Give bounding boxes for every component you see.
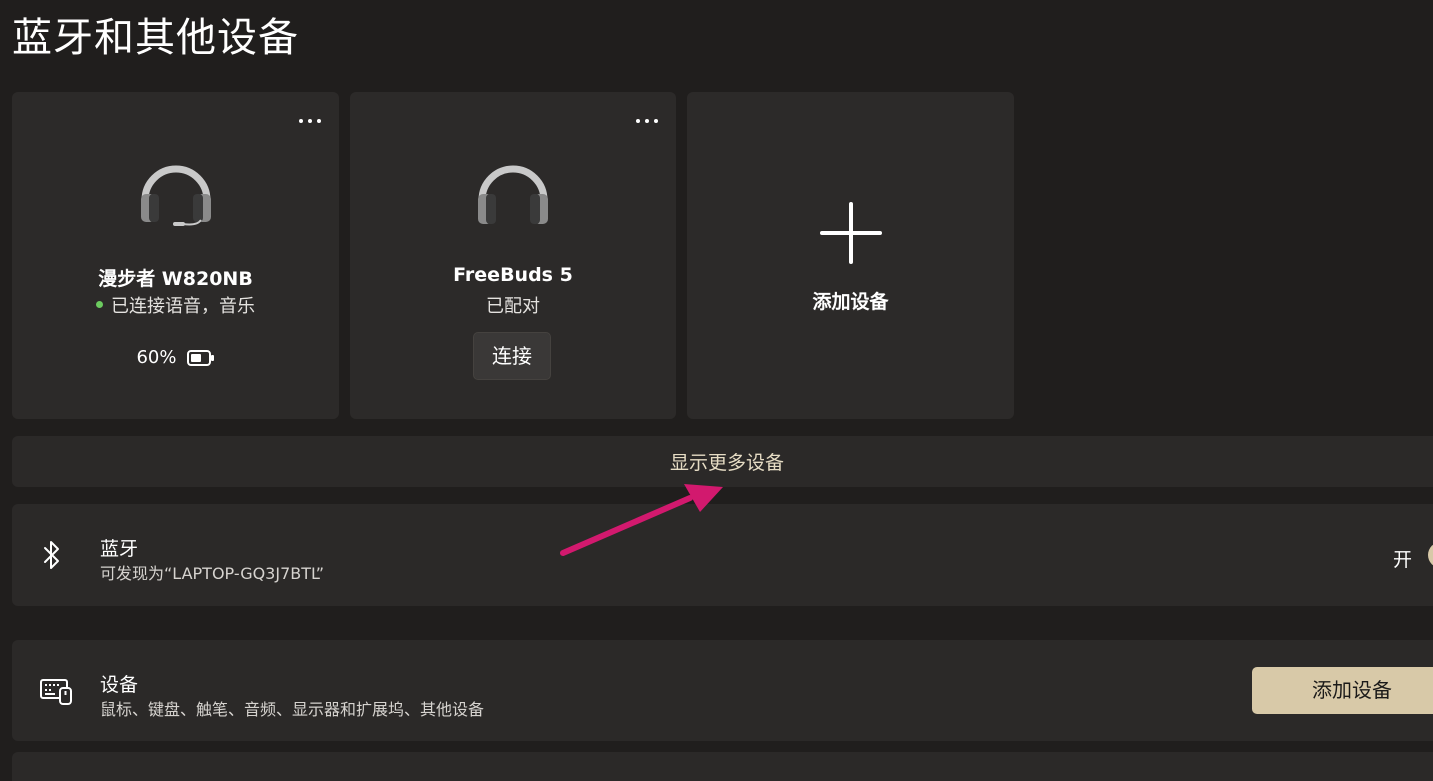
device-status: 已配对	[486, 296, 540, 317]
add-device-card[interactable]: 添加设备	[687, 92, 1014, 419]
device-name: 漫步者 W820NB	[98, 268, 253, 290]
add-device-button[interactable]: 添加设备	[1252, 667, 1433, 714]
devices-title: 设备	[100, 674, 139, 696]
bluetooth-row: 蓝牙 可发现为“LAPTOP-GQ3J7BTL” 开	[12, 504, 1433, 606]
device-card-freebuds[interactable]: FreeBuds 5 已配对 连接	[350, 92, 676, 419]
keyboard-mouse-icon	[40, 678, 72, 705]
bluetooth-discoverable-name: 可发现为“LAPTOP-GQ3J7BTL”	[100, 564, 325, 583]
bluetooth-toggle-label: 开	[1392, 549, 1412, 571]
add-device-label: 添加设备	[812, 291, 889, 313]
plus-icon	[819, 202, 882, 264]
devices-row[interactable]: 设备 鼠标、键盘、触笔、音频、显示器和扩展坞、其他设备 添加设备	[12, 640, 1433, 741]
bluetooth-icon	[44, 541, 59, 569]
battery-level: 60%	[12, 347, 339, 368]
device-name: FreeBuds 5	[453, 264, 573, 286]
connect-button[interactable]: 连接	[473, 332, 551, 380]
headset-icon	[140, 165, 211, 226]
bluetooth-title: 蓝牙	[100, 538, 139, 560]
more-options-icon[interactable]	[636, 114, 658, 128]
next-settings-row[interactable]	[12, 752, 1433, 781]
show-more-devices-button[interactable]: 显示更多设备	[12, 436, 1433, 487]
battery-icon	[186, 349, 214, 366]
page-title: 蓝牙和其他设备	[12, 15, 299, 61]
settings-page: 蓝牙和其他设备 漫步者 W820NB 已连接语音，音乐 60% FreeBuds…	[0, 0, 1433, 781]
more-options-icon[interactable]	[299, 114, 321, 128]
connected-dot-icon	[96, 301, 103, 308]
headphones-icon	[478, 165, 548, 224]
bluetooth-toggle[interactable]	[1428, 542, 1433, 568]
device-card-edifier[interactable]: 漫步者 W820NB 已连接语音，音乐 60%	[12, 92, 339, 419]
devices-subtitle: 鼠标、键盘、触笔、音频、显示器和扩展坞、其他设备	[100, 700, 485, 719]
device-status: 已连接语音，音乐	[12, 292, 339, 318]
